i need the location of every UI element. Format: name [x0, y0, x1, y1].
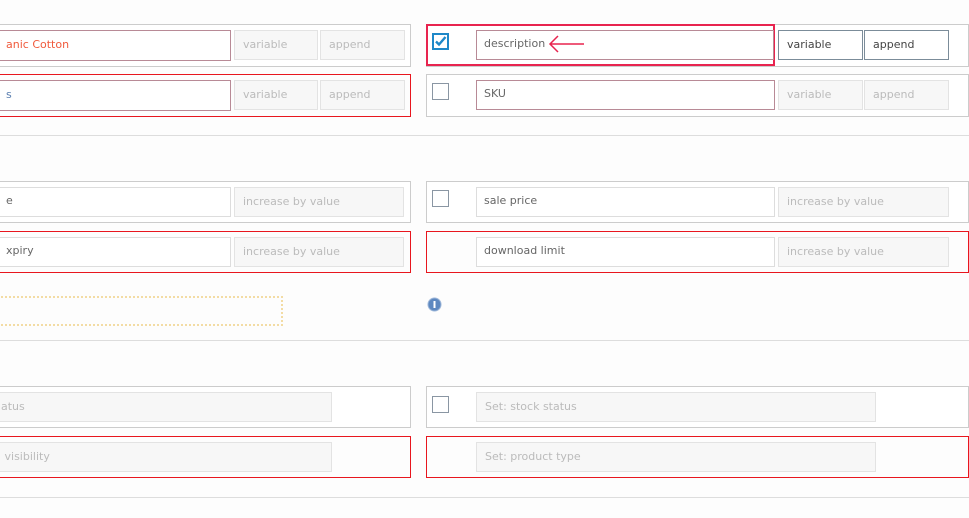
- section-divider: [0, 497, 969, 498]
- expiry-input[interactable]: xpiry: [0, 237, 231, 267]
- dropzone[interactable]: [0, 296, 283, 326]
- sku-checkbox[interactable]: [432, 83, 449, 100]
- action-select[interactable]: append: [864, 80, 949, 110]
- description-checkbox[interactable]: [432, 33, 449, 50]
- mode-select[interactable]: variable: [778, 30, 863, 60]
- checkmark-icon: [435, 36, 447, 47]
- operation-select[interactable]: increase by value: [778, 237, 949, 267]
- operation-select[interactable]: increase by value: [234, 237, 404, 267]
- action-select[interactable]: append: [864, 30, 949, 60]
- section-divider: [0, 135, 969, 136]
- action-select[interactable]: append: [320, 30, 405, 60]
- field-value-input[interactable]: s: [0, 80, 231, 111]
- mode-select[interactable]: variable: [778, 80, 863, 110]
- stock-status-select[interactable]: Set: stock status: [476, 392, 876, 422]
- status-select[interactable]: atus: [0, 392, 332, 422]
- description-input[interactable]: description: [476, 30, 774, 60]
- action-select[interactable]: append: [320, 80, 405, 110]
- info-icon[interactable]: [427, 297, 442, 312]
- product-type-select[interactable]: Set: product type: [476, 442, 876, 472]
- stock-status-checkbox[interactable]: [432, 396, 449, 413]
- operation-select[interactable]: increase by value: [778, 187, 949, 217]
- visibility-select[interactable]: visibility: [0, 442, 332, 472]
- title-value-input[interactable]: anic Cotton: [0, 30, 231, 61]
- sale-price-checkbox[interactable]: [432, 190, 449, 207]
- mode-select[interactable]: variable: [234, 80, 318, 110]
- sku-input[interactable]: SKU: [476, 80, 775, 110]
- arrow-left-icon: [548, 35, 584, 53]
- price-input[interactable]: e: [0, 187, 231, 217]
- download-limit-input[interactable]: download limit: [476, 237, 775, 267]
- operation-select[interactable]: increase by value: [234, 187, 404, 217]
- sale-price-input[interactable]: sale price: [476, 187, 775, 217]
- mode-select[interactable]: variable: [234, 30, 318, 60]
- section-divider: [0, 340, 969, 341]
